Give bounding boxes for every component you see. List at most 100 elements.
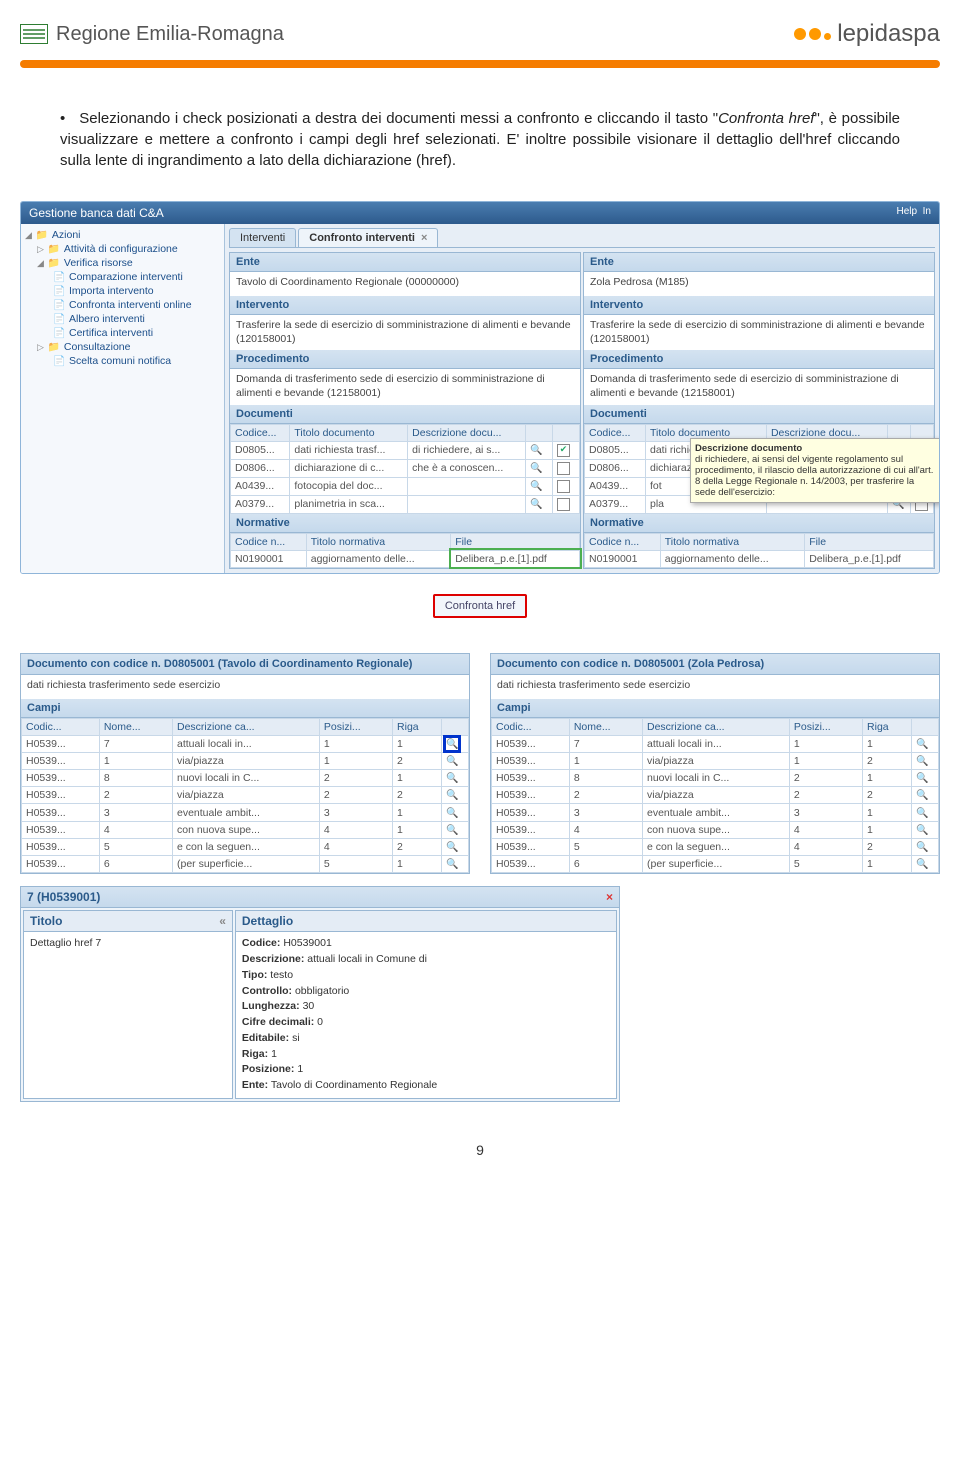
info-link[interactable]: In [923, 206, 931, 217]
documenti-table-left: Codice...Titolo documentoDescrizione doc… [230, 424, 580, 514]
magnifier-icon[interactable] [446, 841, 458, 853]
section-procedimento: Procedimento [230, 350, 580, 369]
collapse-icon[interactable]: « [219, 914, 226, 928]
folder-icon [48, 244, 60, 255]
table-row[interactable]: A0379...planimetria in sca... [231, 495, 580, 513]
nav-scelta[interactable]: Scelta comuni notifica [25, 354, 220, 368]
table-row[interactable]: D0805...dati richiesta trasf...di richie… [231, 441, 580, 459]
magnifier-icon[interactable] [916, 858, 928, 870]
nav-verifica[interactable]: ◢Verifica risorse [25, 256, 220, 270]
help-link[interactable]: Help [897, 206, 918, 217]
magnifier-icon[interactable] [916, 772, 928, 784]
magnifier-icon[interactable] [916, 738, 928, 750]
normative-table-left: Codice n...Titolo normativaFile N0190001… [230, 533, 580, 568]
nav-consultazione[interactable]: ▷Consultazione [25, 340, 220, 354]
logo-regione: Regione Emilia-Romagna [20, 23, 284, 46]
page-icon [53, 272, 65, 283]
folder-icon [48, 258, 60, 269]
magnifier-icon[interactable] [916, 824, 928, 836]
app-title-text: Gestione banca dati C&A [29, 206, 164, 220]
section-intervento: Intervento [230, 296, 580, 315]
section-ente: Ente [230, 253, 580, 272]
magnifier-icon[interactable] [916, 755, 928, 767]
document-panel-right: Documento con codice n. D0805001 (Zola P… [490, 653, 940, 875]
nav-attivita[interactable]: ▷Attività di configurazione [25, 242, 220, 256]
magnifier-icon[interactable] [916, 789, 928, 801]
table-row[interactable]: H0539...3eventuale ambit...31 [22, 804, 469, 821]
page-icon [53, 314, 65, 325]
table-row[interactable]: H0539...8nuovi locali in C...21 [492, 770, 939, 787]
close-icon[interactable]: × [606, 890, 613, 904]
table-row[interactable]: H0539...5e con la seguen...42 [22, 838, 469, 855]
titolo-value: Dettaglio href 7 [24, 932, 232, 956]
dettaglio-body: Codice: H0539001 Descrizione: attuali lo… [236, 932, 616, 1098]
table-row[interactable]: D0806...dichiarazione di c...che è a con… [231, 459, 580, 477]
doc-title-left: Documento con codice n. D0805001 (Tavolo… [21, 654, 469, 675]
magnifier-icon[interactable] [916, 841, 928, 853]
table-row[interactable]: H0539...8nuovi locali in C...21 [22, 770, 469, 787]
table-row[interactable]: H0539...4con nuova supe...41 [22, 821, 469, 838]
magnifier-icon[interactable] [446, 824, 458, 836]
magnifier-icon[interactable] [530, 462, 542, 474]
table-row[interactable]: H0539...6(per superficie...51 [22, 856, 469, 873]
rer-emblem-icon [20, 24, 48, 44]
magnifier-icon[interactable] [446, 858, 458, 870]
nav-comparazione[interactable]: Comparazione interventi [25, 270, 220, 284]
normativa-file-left[interactable]: Delibera_p.e.[1].pdf [451, 550, 580, 567]
table-row[interactable]: N0190001aggiornamento delle...Delibera_p… [585, 550, 934, 567]
magnifier-icon[interactable] [446, 772, 458, 784]
table-row[interactable]: H0539...7attuali locali in...11 [22, 735, 469, 752]
confronta-href-button[interactable]: Confronta href [433, 594, 527, 618]
table-row[interactable]: H0539...2via/piazza22 [22, 787, 469, 804]
table-row[interactable]: H0539...5e con la seguen...42 [492, 838, 939, 855]
table-row[interactable]: H0539...6(per superficie...51 [492, 856, 939, 873]
magnifier-icon[interactable] [446, 807, 458, 819]
doc-title-right: Documento con codice n. D0805001 (Zola P… [491, 654, 939, 675]
table-row[interactable]: H0539...7attuali locali in...11 [492, 735, 939, 752]
magnifier-icon[interactable] [916, 807, 928, 819]
tab-interventi[interactable]: Interventi [229, 228, 296, 247]
compare-panel-left: Ente Tavolo di Coordinamento Regionale (… [229, 252, 581, 569]
nav-importa[interactable]: Importa intervento [25, 284, 220, 298]
lepida-text: lepidaspa [837, 20, 940, 48]
page-number: 9 [20, 1142, 940, 1158]
nav-azioni[interactable]: ◢Azioni [25, 228, 220, 242]
intro-paragraph: • Selezionando i check posizionati a des… [60, 108, 900, 171]
magnifier-icon[interactable] [446, 789, 458, 801]
table-row[interactable]: N0190001aggiornamento delle...Delibera_p… [231, 550, 580, 567]
table-row[interactable]: H0539...3eventuale ambit...31 [492, 804, 939, 821]
checkbox[interactable] [557, 498, 570, 511]
detail-title: 7 (H0539001) [27, 890, 100, 904]
campi-table-left: Codic...Nome...Descrizione ca...Posizi..… [21, 718, 469, 874]
titolo-header: Titolo [30, 914, 62, 928]
close-icon[interactable]: × [421, 232, 427, 244]
table-row[interactable]: H0539...1via/piazza12 [492, 752, 939, 769]
section-documenti: Documenti [230, 405, 580, 424]
table-row[interactable]: A0439...fotocopia del doc... [231, 477, 580, 495]
checkbox[interactable] [557, 462, 570, 475]
magnifier-icon[interactable] [530, 498, 542, 510]
tab-confronto[interactable]: Confronto interventi× [298, 228, 438, 247]
page-icon [53, 300, 65, 311]
table-row[interactable]: H0539...1via/piazza12 [22, 752, 469, 769]
procedimento-value-left: Domanda di trasferimento sede di eserciz… [230, 369, 580, 404]
tooltip-descrizione: Descrizione documento di richiedere, ai … [690, 438, 940, 503]
app-titlebar: Gestione banca dati C&A Help In [21, 202, 939, 224]
rer-text: Regione Emilia-Romagna [56, 23, 284, 46]
magnifier-icon[interactable] [446, 755, 458, 767]
nav-confronta-online[interactable]: Confronta interventi online [25, 298, 220, 312]
checkbox[interactable] [557, 444, 570, 457]
logo-lepida: lepidaspa [794, 20, 940, 48]
magnifier-icon[interactable] [446, 738, 458, 750]
magnifier-icon[interactable] [530, 444, 542, 456]
folder-icon [48, 342, 60, 353]
magnifier-icon[interactable] [530, 480, 542, 492]
table-row[interactable]: H0539...4con nuova supe...41 [492, 821, 939, 838]
table-row[interactable]: H0539...2via/piazza22 [492, 787, 939, 804]
document-panel-left: Documento con codice n. D0805001 (Tavolo… [20, 653, 470, 875]
header-divider [20, 60, 940, 68]
nav-albero[interactable]: Albero interventi [25, 312, 220, 326]
href-detail-panel: 7 (H0539001) × Titolo « Dettaglio href 7… [20, 886, 620, 1102]
checkbox[interactable] [557, 480, 570, 493]
nav-certifica[interactable]: Certifica interventi [25, 326, 220, 340]
